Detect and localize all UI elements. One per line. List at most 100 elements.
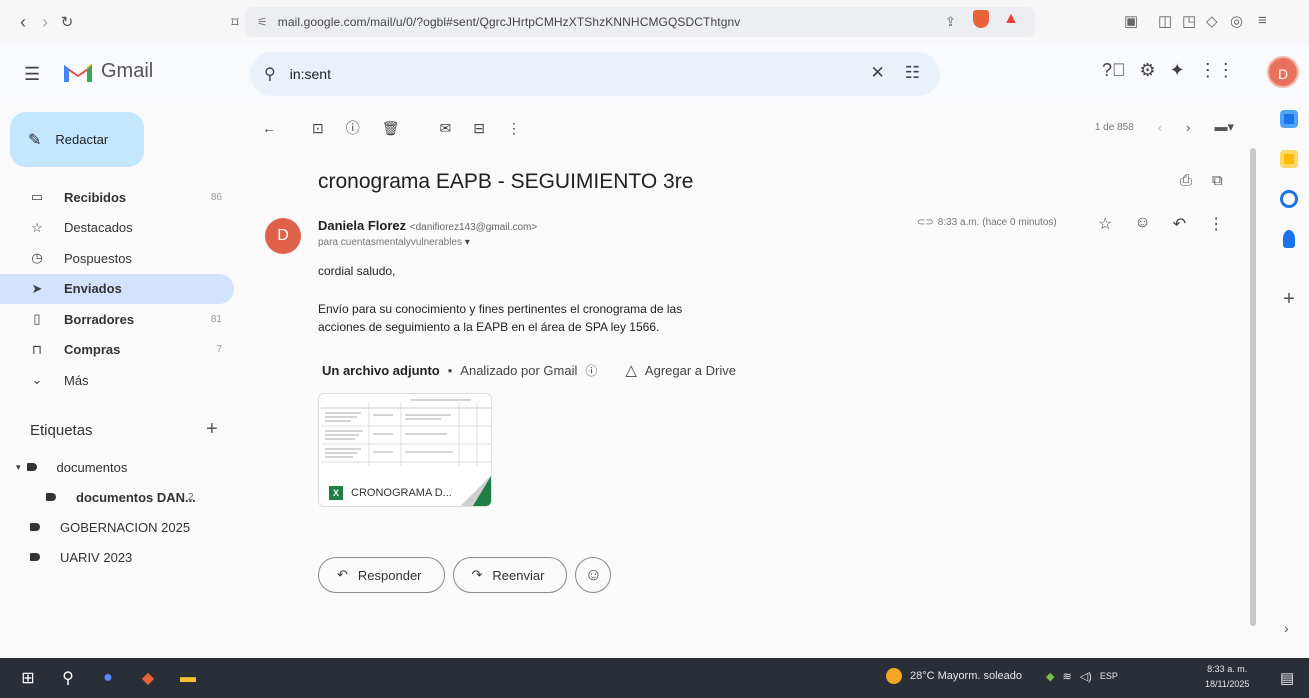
forward-button[interactable]: ↷ Reenviar <box>452 557 568 593</box>
account-avatar[interactable]: D <box>1267 56 1299 88</box>
search-options-icon[interactable]: ☷ <box>905 63 920 83</box>
teams-icon[interactable]: ● <box>88 669 128 687</box>
tasks-icon[interactable] <box>1280 190 1298 208</box>
emoji-reaction-icon[interactable]: ☺ <box>1134 214 1150 234</box>
file-explorer-icon[interactable]: ▬ <box>168 669 208 687</box>
wifi-icon[interactable]: ≋ <box>1062 670 1071 683</box>
sender-name[interactable]: Daniela Florez <box>318 218 406 233</box>
search-taskbar-icon[interactable]: ⚲ <box>48 668 88 688</box>
calendar-icon[interactable] <box>1280 110 1298 128</box>
share-icon[interactable]: ⇪ <box>945 14 956 30</box>
extension-icon[interactable]: ◇ <box>1206 12 1218 30</box>
search-input[interactable]: in:sent <box>290 66 331 82</box>
keep-icon[interactable] <box>1280 150 1298 168</box>
compose-button[interactable]: ✎ Redactar <box>10 112 144 167</box>
bookmark-icon[interactable]: ⌑ <box>224 14 246 31</box>
tab-icon[interactable]: ▣ <box>1124 12 1138 30</box>
brave-shield-icon[interactable] <box>973 10 989 28</box>
clear-search-icon[interactable]: ✕ <box>871 63 885 83</box>
brave-browser-icon[interactable]: ◆ <box>128 668 168 688</box>
attachment-count: Un archivo adjunto <box>322 362 440 378</box>
archive-icon[interactable]: ⊡ <box>312 120 324 137</box>
taskbar-clock[interactable]: 8:33 a. m. 18/11/2025 <box>1205 662 1249 692</box>
address-bar[interactable]: ⚟ mail.google.com/mail/u/0/?ogbl#sent/Qg… <box>245 7 1035 37</box>
sidebar-icon[interactable]: ◫ <box>1158 12 1172 30</box>
label-item[interactable]: GOBERNACION 2025 <box>0 512 234 542</box>
pencil-icon: ✎ <box>28 131 42 149</box>
menu-icon[interactable]: ≡ <box>1258 12 1267 29</box>
search-icon[interactable]: ⚲ <box>264 64 276 84</box>
volume-icon[interactable]: ◁) <box>1080 670 1092 683</box>
input-tools-icon[interactable]: ▬▾ <box>1214 119 1234 135</box>
info-icon[interactable]: ⓘ <box>585 362 597 379</box>
print-icon[interactable]: ⎙ <box>1180 172 1192 189</box>
search-bar[interactable]: ⚲ in:sent ✕ ☷ <box>250 52 940 96</box>
settings-gear-icon[interactable]: ⚙ <box>1140 60 1156 81</box>
forward-icon[interactable]: › <box>34 12 56 33</box>
weather-text[interactable]: 28°C Mayorm. soleado <box>910 670 1022 682</box>
body-line-1: Envío para su conocimiento y fines perti… <box>318 302 683 316</box>
report-spam-icon[interactable]: ⓘ <box>346 118 360 138</box>
reply-icon[interactable]: ↶ <box>1173 214 1186 234</box>
caret-down-icon[interactable]: ▾ <box>16 462 21 473</box>
more-vert-icon[interactable]: ⋮ <box>507 120 521 137</box>
brave-rewards-icon[interactable]: ▲ <box>1003 10 1019 28</box>
star-message-icon[interactable]: ☆ <box>1098 214 1112 234</box>
open-new-window-icon[interactable]: ⧉ <box>1212 172 1223 189</box>
sidebar-item-sent[interactable]: ➤ Enviados <box>0 273 234 304</box>
label-item[interactable]: documentos DAN... 2 <box>0 482 234 512</box>
body-line-2: acciones de seguimiento a la EAPB en el … <box>318 320 660 334</box>
sidebar-item-label: Destacados <box>64 220 133 236</box>
attachment-clip-icon: ⊂⊃ <box>917 217 934 228</box>
windows-start-icon[interactable]: ⊞ <box>8 668 48 688</box>
gmail-logo[interactable]: Gmail <box>63 60 153 83</box>
sidebar-item-snoozed[interactable]: ◷ Pospuestos <box>0 243 234 274</box>
details-caret-icon[interactable]: ▾ <box>465 237 470 248</box>
windows-taskbar: ⊞ ⚲ ● ◆ ▬ 28°C Mayorm. soleado ◆ ≋ ◁) ES… <box>0 658 1309 698</box>
sender-line: Daniela Florez <danifiorez143@gmail.com> <box>318 218 537 233</box>
sidebar-item-purchases[interactable]: ⊓ Compras 7 <box>0 335 234 366</box>
attachment-card[interactable]: X CRONOGRAMA D... <box>318 393 492 507</box>
label-item[interactable]: UARIV 2023 <box>0 542 234 572</box>
reply-label: Responder <box>357 567 422 583</box>
back-icon[interactable]: ‹ <box>12 12 34 33</box>
gemini-sparkle-icon[interactable]: ✦ <box>1170 60 1185 81</box>
gmail-wordmark: Gmail <box>101 60 154 82</box>
side-panel-toggle-icon[interactable]: › <box>1284 620 1289 636</box>
more-vert-icon[interactable]: ⋮ <box>1208 214 1224 234</box>
snooze-icon[interactable]: ⊟ <box>473 120 485 137</box>
reload-icon[interactable]: ↻ <box>56 13 78 31</box>
recipient-line[interactable]: para cuentasmentalyvulnerables ▾ <box>318 237 470 248</box>
back-arrow-icon[interactable]: ← <box>262 120 276 136</box>
site-settings-icon[interactable]: ⚟ <box>257 15 268 29</box>
sidebar-item-label: Pospuestos <box>64 250 132 266</box>
help-icon[interactable]: ?⃝ <box>1102 60 1126 81</box>
delete-icon[interactable]: 🗑 <box>382 120 400 137</box>
apps-grid-icon[interactable]: ⋮⋮ <box>1199 60 1235 81</box>
language-indicator[interactable]: ESP <box>1100 671 1118 681</box>
add-label-icon[interactable]: + <box>206 418 218 441</box>
message-time: ⊂⊃ 8:33 a.m. (hace 0 minutos) <box>917 217 1057 228</box>
contacts-icon[interactable] <box>1283 230 1295 248</box>
scrollbar[interactable] <box>1250 148 1256 626</box>
label-item[interactable]: ▾ documentos <box>0 452 234 482</box>
add-to-drive-button[interactable]: △ Agregar a Drive <box>625 361 736 379</box>
sidebar-item-more[interactable]: ⌄ Más <box>0 365 234 396</box>
notifications-icon[interactable]: ▤ <box>1280 669 1294 687</box>
emoji-react-button[interactable]: ☺ <box>575 557 612 593</box>
sidebar-item-starred[interactable]: ☆ Destacados <box>0 213 234 244</box>
older-icon[interactable]: › <box>1186 120 1190 135</box>
add-addon-icon[interactable]: + <box>1283 288 1295 311</box>
sidebar-item-drafts[interactable]: ▯ Borradores 81 <box>0 304 234 335</box>
app-tray-icon[interactable]: ◆ <box>1046 670 1054 683</box>
mark-unread-icon[interactable]: ✉ <box>440 120 452 137</box>
sidebar-item-inbox[interactable]: ▭ Recibidos 86 <box>0 182 234 213</box>
main-menu-icon[interactable]: ☰ <box>24 64 40 85</box>
newer-icon[interactable]: ‹ <box>1158 120 1162 135</box>
unread-count: 7 <box>216 344 222 356</box>
vpn-icon[interactable]: ◎ <box>1230 12 1243 30</box>
reply-button[interactable]: ↶ Responder <box>318 557 445 593</box>
add-to-drive-label: Agregar a Drive <box>644 362 736 378</box>
gmail-header: ☰ Gmail ⚲ in:sent ✕ ☷ ?⃝ ⚙ ✦ ⋮⋮ D <box>0 44 1309 102</box>
wallet-icon[interactable]: ◳ <box>1182 12 1196 30</box>
